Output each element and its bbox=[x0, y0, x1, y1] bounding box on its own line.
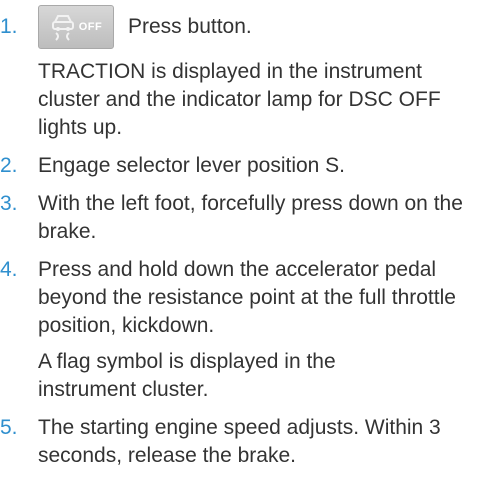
button-off-label: OFF bbox=[78, 21, 103, 33]
step-1-note: TRACTION is displayed in the instrument … bbox=[0, 58, 492, 142]
step-text: Press and hold down the accelerator peda… bbox=[38, 258, 456, 337]
step-note: TRACTION is displayed in the instrument … bbox=[38, 60, 441, 139]
dsc-off-button-icon: OFF bbox=[38, 5, 114, 49]
step-number: 1. bbox=[0, 15, 18, 38]
step-number: 3. bbox=[0, 192, 18, 215]
step-number: 4. bbox=[0, 258, 18, 281]
step-2: 2. Engage selector lever position S. bbox=[0, 152, 492, 180]
instruction-list: 1. OFF Press button. TRACTION is display… bbox=[0, 0, 492, 470]
step-1: 1. OFF Press button. bbox=[0, 4, 492, 50]
step-text: Engage selector lever position S. bbox=[38, 154, 346, 177]
step-number: 2. bbox=[0, 154, 18, 177]
step-5: 5. The starting engine speed adjusts. Wi… bbox=[0, 414, 492, 470]
step-number: 5. bbox=[0, 416, 18, 439]
step-note: A flag symbol is displayed in the instru… bbox=[38, 350, 336, 401]
step-text: With the left foot, forcefully press dow… bbox=[38, 192, 463, 243]
step-text: Press button. bbox=[128, 15, 252, 38]
step-text: The starting engine speed adjusts. Withi… bbox=[38, 416, 441, 467]
step-4-note: A flag symbol is displayed in the instru… bbox=[0, 348, 492, 404]
step-4: 4. Press and hold down the accelerator p… bbox=[0, 256, 492, 340]
step-3: 3. With the left foot, forcefully press … bbox=[0, 190, 492, 246]
car-skid-icon bbox=[51, 15, 74, 41]
